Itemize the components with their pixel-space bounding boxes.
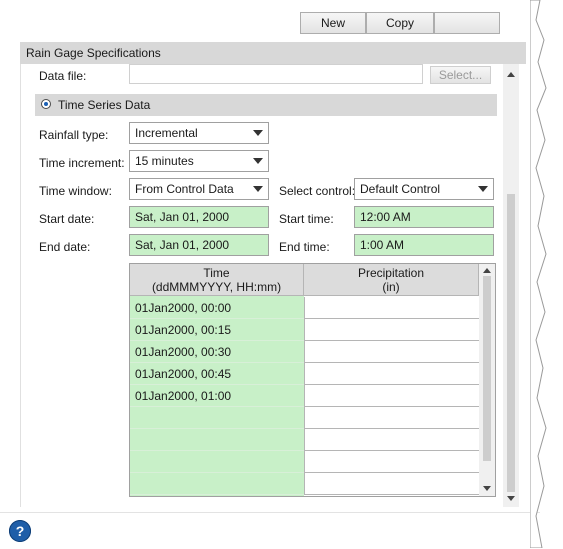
time-series-radio[interactable]: [41, 99, 51, 109]
rainfall-type-select[interactable]: Incremental: [129, 122, 269, 144]
precipitation-cell[interactable]: [304, 341, 479, 363]
chevron-down-icon: [478, 186, 488, 192]
time-cell[interactable]: [130, 429, 304, 451]
chevron-down-icon: [253, 158, 263, 164]
time-increment-label: Time increment:: [39, 156, 125, 170]
time-cell[interactable]: 01Jan2000, 00:00: [130, 297, 304, 319]
time-series-header[interactable]: Time Series Data: [35, 94, 497, 116]
panel-scrollbar[interactable]: [503, 64, 519, 507]
rainfall-type-value: Incremental: [135, 126, 198, 140]
time-header-format: (ddMMMYYYY, HH:mm): [151, 280, 282, 294]
specifications-panel: Data file: Select... Time Series Data Ra…: [20, 64, 519, 507]
toolbar: New Copy: [0, 0, 540, 38]
select-control-label: Select control:: [279, 184, 356, 198]
end-date-label: End date:: [39, 240, 91, 254]
grid-scroll-thumb[interactable]: [483, 276, 491, 461]
scroll-up-icon[interactable]: [507, 72, 515, 77]
copy-button[interactable]: Copy: [366, 12, 434, 34]
time-cell[interactable]: [130, 407, 304, 429]
torn-edge: [530, 0, 547, 548]
precipitation-cell[interactable]: [304, 385, 479, 407]
time-series-label: Time Series Data: [58, 98, 151, 112]
end-date-field[interactable]: Sat, Jan 01, 2000: [129, 234, 269, 256]
precipitation-cell[interactable]: [304, 363, 479, 385]
time-increment-select[interactable]: 15 minutes: [129, 150, 269, 172]
end-time-label: End time:: [279, 240, 330, 254]
start-time-label: Start time:: [279, 212, 334, 226]
precipitation-column-header[interactable]: Precipitation (in): [304, 264, 479, 296]
time-cell[interactable]: 01Jan2000, 00:15: [130, 319, 304, 341]
time-cell[interactable]: [130, 473, 304, 495]
precipitation-cell[interactable]: [304, 451, 479, 473]
select-file-button[interactable]: Select...: [430, 66, 491, 84]
precipitation-cell[interactable]: [304, 319, 479, 341]
precipitation-cell[interactable]: [304, 473, 479, 495]
time-window-select[interactable]: From Control Data: [129, 178, 269, 200]
precipitation-cell[interactable]: [304, 297, 479, 319]
scroll-down-icon[interactable]: [483, 486, 491, 491]
data-file-field[interactable]: [129, 64, 423, 84]
help-icon[interactable]: ?: [9, 520, 31, 542]
end-time-field[interactable]: 1:00 AM: [354, 234, 494, 256]
select-control-select[interactable]: Default Control: [354, 178, 494, 200]
select-control-value: Default Control: [360, 182, 441, 196]
grid-scrollbar[interactable]: [479, 264, 495, 496]
time-cell[interactable]: [130, 451, 304, 473]
time-cell[interactable]: 01Jan2000, 00:45: [130, 363, 304, 385]
start-date-field[interactable]: Sat, Jan 01, 2000: [129, 206, 269, 228]
precipitation-cell[interactable]: [304, 429, 479, 451]
start-time-field[interactable]: 12:00 AM: [354, 206, 494, 228]
toolbar-button[interactable]: [434, 12, 500, 34]
precip-header-unit: (in): [382, 280, 400, 294]
scroll-down-icon[interactable]: [507, 496, 515, 501]
chevron-down-icon: [253, 130, 263, 136]
section-header: Rain Gage Specifications: [20, 42, 526, 64]
data-file-label: Data file:: [39, 69, 87, 83]
time-cell[interactable]: 01Jan2000, 01:00: [130, 385, 304, 407]
chevron-down-icon: [253, 186, 263, 192]
panel-scroll-thumb[interactable]: [507, 194, 515, 492]
time-cell[interactable]: 01Jan2000, 00:30: [130, 341, 304, 363]
time-window-value: From Control Data: [135, 182, 234, 196]
bottom-bar: [0, 512, 540, 549]
scroll-up-icon[interactable]: [483, 268, 491, 273]
new-button[interactable]: New: [300, 12, 366, 34]
rain-gage-window: New Copy Rain Gage Specifications Data f…: [0, 0, 548, 549]
time-increment-value: 15 minutes: [135, 154, 194, 168]
rainfall-type-label: Rainfall type:: [39, 128, 109, 142]
time-header-title: Time: [203, 266, 230, 280]
precipitation-cell[interactable]: [304, 407, 479, 429]
time-window-label: Time window:: [39, 184, 112, 198]
time-column-header[interactable]: Time (ddMMMYYYY, HH:mm): [130, 264, 304, 296]
start-date-label: Start date:: [39, 212, 95, 226]
time-series-grid: Time (ddMMMYYYY, HH:mm) Precipitation (i…: [129, 263, 496, 497]
precip-header-title: Precipitation: [357, 266, 425, 280]
